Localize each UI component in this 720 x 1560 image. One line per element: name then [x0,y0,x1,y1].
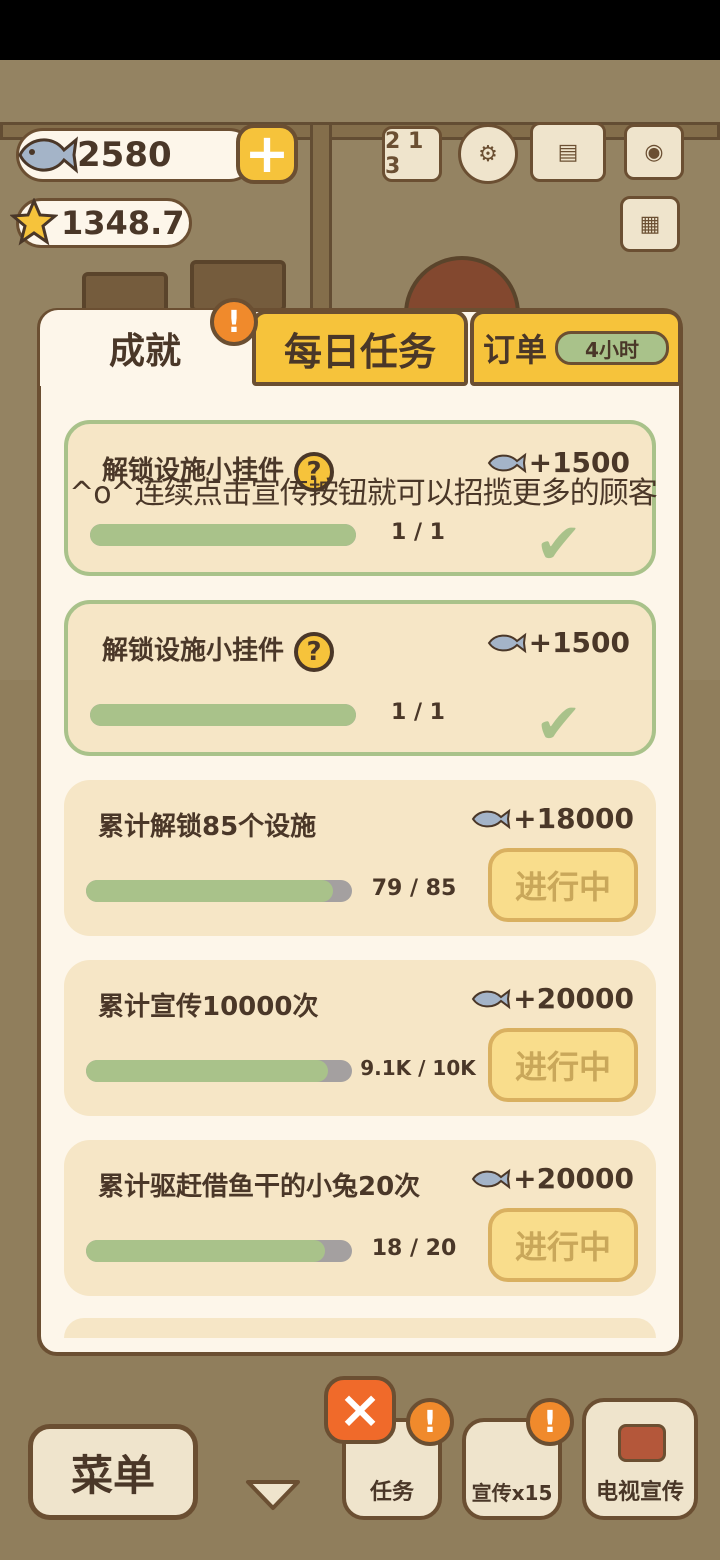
progress-text: 18 / 20 [371,1236,457,1261]
achievement-title: 累计解锁85个设施 [98,812,317,842]
achievement-card: 累计解锁85个设施 +18000 79 / 85 进行中 [64,780,656,936]
achievement-title: 累计宣传10000次 [98,992,319,1022]
achievement-card: 累计宣传10000次 +20000 9.1K / 10K 进行中 [64,960,656,1116]
achievement-title: 解锁设施小挂件 [102,636,285,666]
hint-toast: ^o^连续点击宣传按钮就可以招揽更多的顾客 [69,476,658,511]
achievement-title: 累计驱赶借鱼干的小兔20次 [98,1172,421,1202]
close-icon: × [338,1380,382,1440]
star-icon [10,198,58,246]
chevron-down-icon[interactable] [244,1478,302,1512]
camera-icon[interactable]: ◉ [624,124,684,180]
plus-icon: + [244,122,290,185]
fish-icon [471,808,511,829]
progress-text: 9.1K / 10K [360,1056,476,1080]
fish-icon [487,632,526,653]
help-icon[interactable]: ? [294,631,335,672]
fish-icon [18,136,78,174]
status-bar [0,0,720,60]
menu-label: 菜单 [70,1450,155,1500]
progress-text: 79 / 85 [371,876,457,901]
in-progress-button[interactable]: 进行中 [488,1028,638,1102]
alert-badge: ! [210,298,258,346]
check-icon: ✔ [535,692,582,757]
tab-daily-tasks[interactable]: 每日任务 [252,310,468,386]
tasks-label: 任务 [369,1480,414,1505]
check-icon: ✔ [535,512,582,577]
ranking-icon[interactable]: 2 1 3 [382,126,442,182]
achievement-card: 累计驱赶借鱼干的小兔20次 +20000 18 / 20 进行中 [64,1140,656,1296]
fish-count: 2580 [77,135,172,175]
in-progress-button[interactable]: 进行中 [488,848,638,922]
newspaper-icon[interactable]: ▦ [620,196,680,252]
achievement-card-partial [64,1318,656,1338]
tab-orders-label: 订单 [482,331,547,369]
add-fish-button[interactable]: + [236,124,298,184]
reward: +20000 [471,982,634,1015]
fish-icon [471,1168,511,1189]
gear-icon[interactable]: ⚙ [458,124,518,184]
book-icon[interactable]: ▤ [530,122,606,182]
progress-bar [86,1060,352,1082]
progress-bar [86,880,352,902]
tab-achievements-label: 成就 [108,331,181,372]
progress-bar [86,1240,352,1262]
tab-daily-tasks-label: 每日任务 [283,329,436,374]
close-button[interactable]: × [324,1376,396,1444]
menu-button[interactable]: 菜单 [28,1424,198,1520]
alert-badge: ! [526,1398,574,1446]
promote-label: 宣传x15 [471,1481,553,1505]
tv-icon [618,1424,666,1462]
reward-amount: +20000 [513,1162,634,1195]
progress-bar [90,524,356,546]
reward-amount: +20000 [513,982,634,1015]
achievement-card: 解锁设施小挂件? +1500 1 / 1 ✔ [64,600,656,757]
progress-text: 1 / 1 [391,520,445,545]
reward: +18000 [471,802,634,835]
reward: +1500 [487,626,630,659]
tv-promote-label: 电视宣传 [595,1480,684,1505]
fish-icon [471,988,511,1009]
reward: +20000 [471,1162,634,1195]
progress-text: 1 / 1 [391,700,445,725]
tab-orders[interactable]: 订单 4小时 [470,310,682,386]
star-count: 1348.7 [61,204,185,242]
progress-bar [90,704,356,726]
in-progress-button[interactable]: 进行中 [488,1208,638,1282]
alert-badge: ! [406,1398,454,1446]
reward-amount: +1500 [528,626,630,659]
reward-amount: +18000 [513,802,634,835]
tv-promote-button[interactable]: 电视宣传 [582,1398,698,1520]
orders-timer: 4小时 [555,331,669,365]
